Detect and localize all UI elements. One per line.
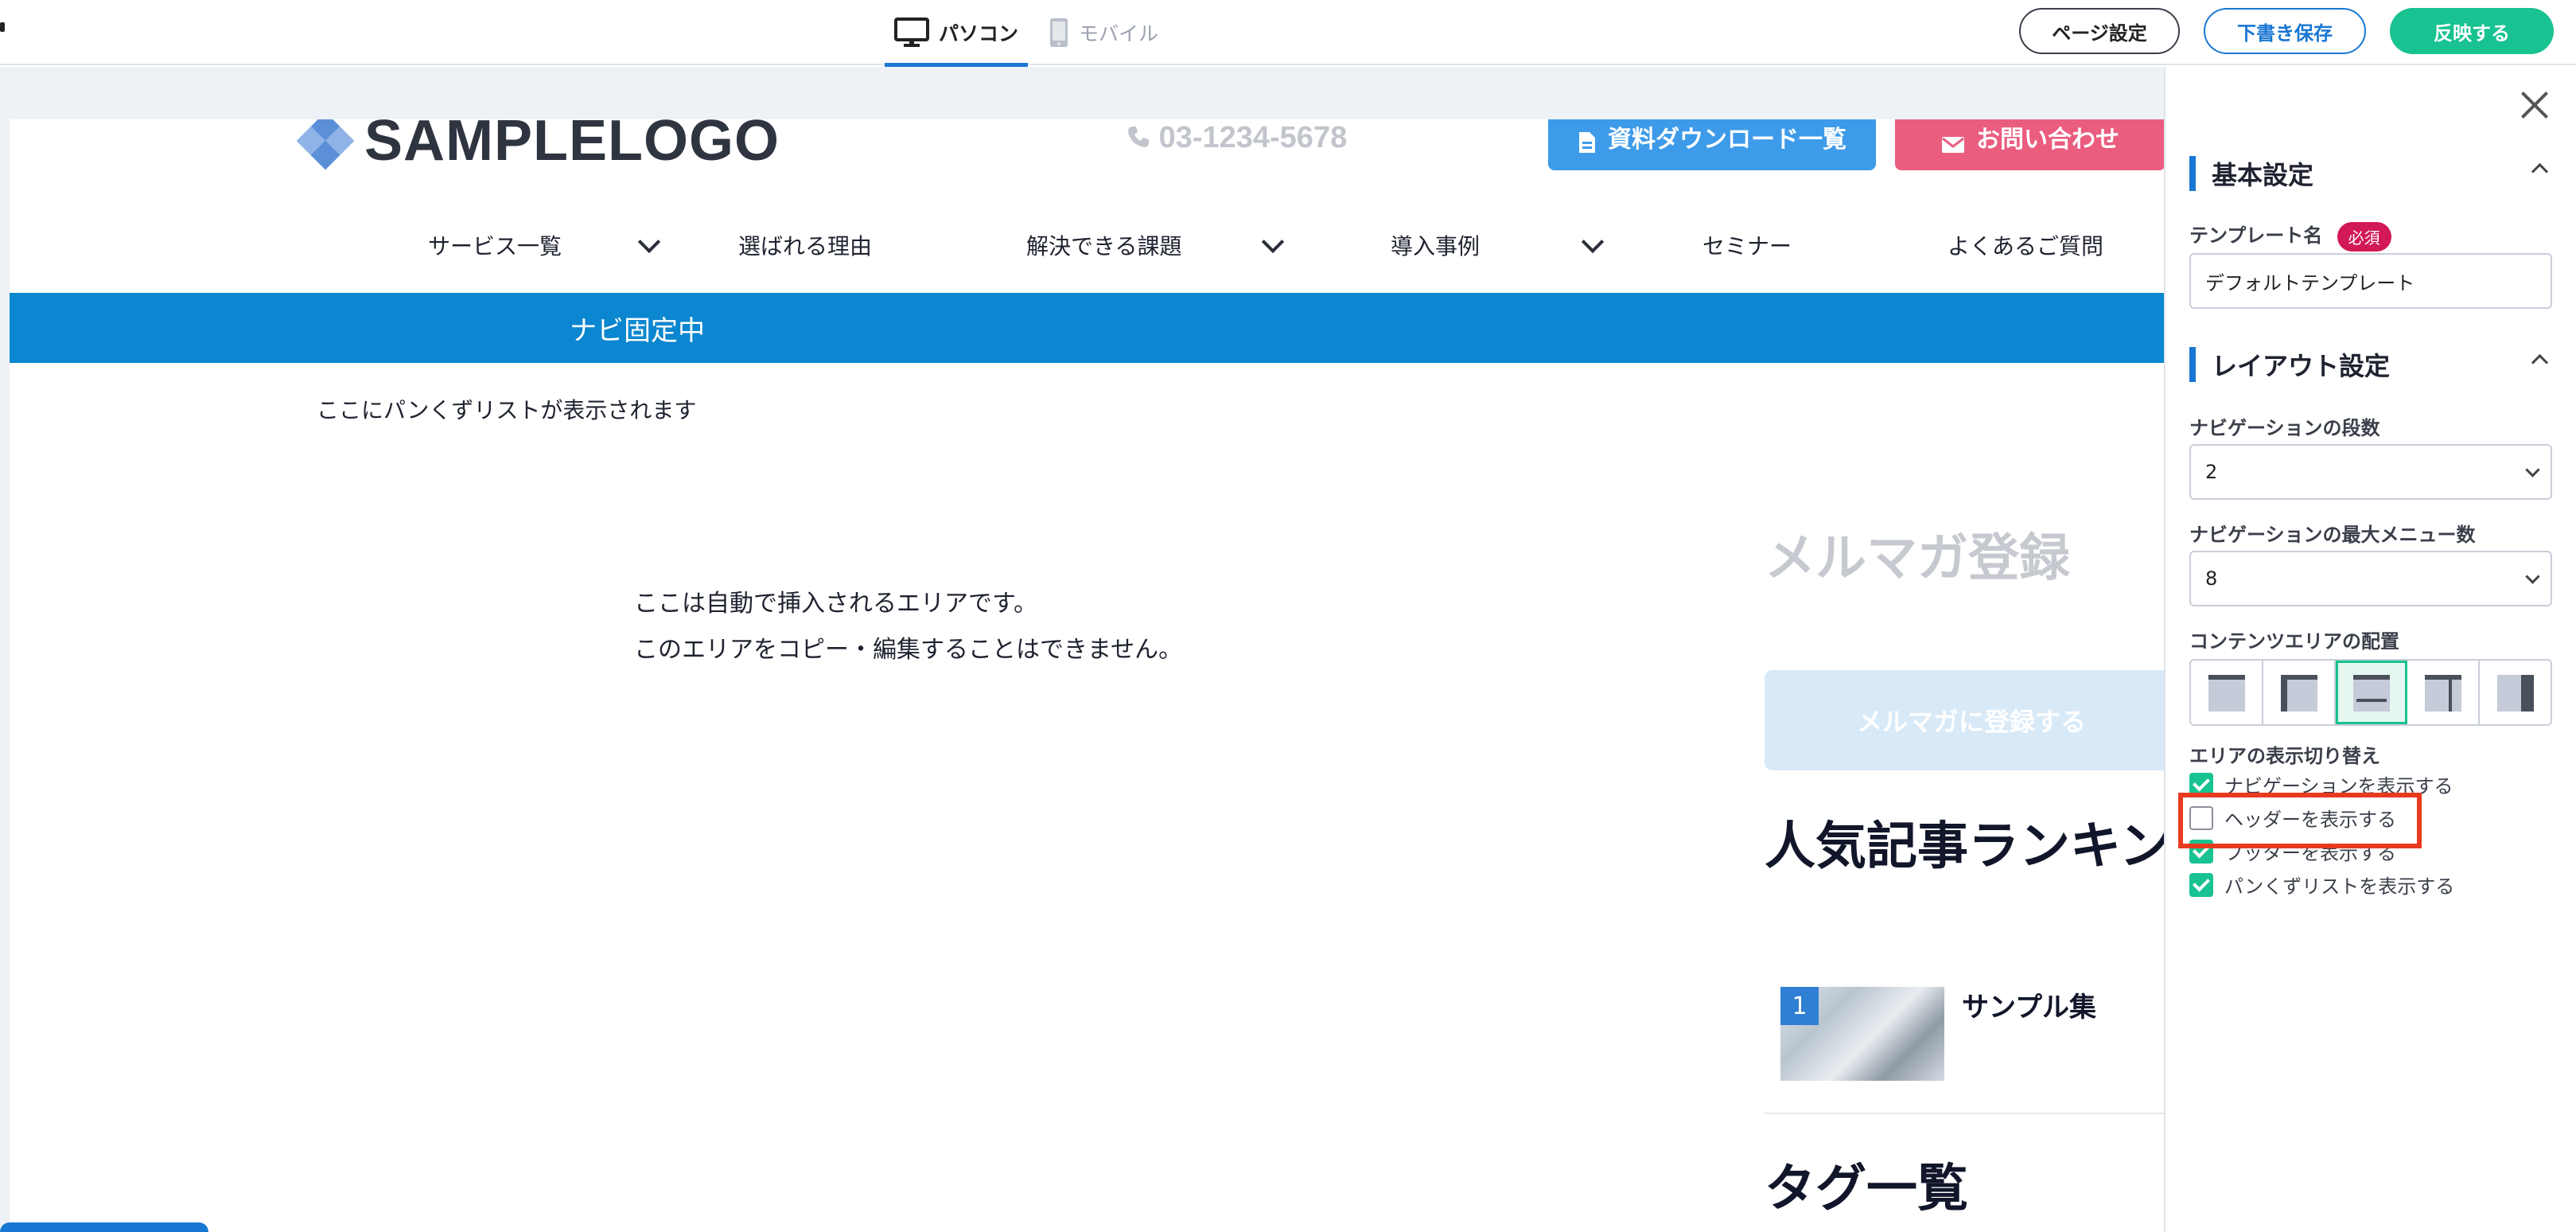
tab-mobile-label: モバイル: [1079, 22, 1159, 45]
global-nav: サービス一覧 選ばれる理由 解決できる課題 導入事例 セミナー よくあるご質問: [10, 218, 2164, 274]
nav-item-label: よくあるご質問: [1948, 233, 2104, 259]
nav-rows-value: 2: [2205, 461, 2218, 483]
auto-area-line: このエリアをコピー・編集することはできません。: [634, 636, 1183, 664]
area-toggle-label: エリアの表示切り替え: [2189, 745, 2380, 767]
content-layout-label: コンテンツエリアの配置: [2189, 630, 2399, 653]
header-phone: 03-1234-5678: [1127, 121, 1347, 155]
document-icon: [1579, 132, 1595, 153]
basic-settings-header[interactable]: 基本設定: [2189, 156, 2555, 191]
nav-item-seminar[interactable]: セミナー: [1702, 229, 1792, 261]
content-layout-options: [2189, 659, 2552, 726]
contact-button[interactable]: お問い合わせ: [1895, 119, 2164, 170]
nav-max-select[interactable]: 8: [2189, 551, 2552, 606]
fixed-nav-bar: ナビ固定中: [10, 293, 2164, 363]
nav-rows-label: ナビゲーションの段数: [2189, 417, 2380, 439]
contact-label: お問い合わせ: [1976, 126, 2119, 154]
template-name-input[interactable]: デフォルトテンプレート: [2189, 253, 2552, 309]
layout-center-icon: [2352, 675, 2390, 712]
close-icon[interactable]: [2519, 89, 2551, 121]
nav-item-cases[interactable]: 導入事例: [1391, 229, 1480, 261]
chevron-down-icon[interactable]: [1261, 230, 1285, 254]
logo-mark-icon: [296, 119, 355, 170]
newsletter-title: メルマガ登録: [1765, 529, 2070, 588]
nav-rows-select[interactable]: 2: [2189, 444, 2552, 500]
breadcrumb-checkbox[interactable]: [2189, 872, 2213, 897]
monitor-icon: [893, 18, 929, 47]
fixed-nav-label: ナビ固定中: [570, 314, 705, 347]
chevron-up-icon: [2531, 353, 2549, 372]
layout-option-left-sidebar[interactable]: [2263, 661, 2336, 724]
ranking-thumbnail[interactable]: 1: [1780, 987, 1944, 1081]
tab-mobile[interactable]: モバイル: [1049, 0, 1158, 65]
publish-button[interactable]: 反映する: [2390, 8, 2554, 54]
nav-item-reasons[interactable]: 選ばれる理由: [738, 229, 872, 261]
ranking-title: 人気記事ランキング: [1765, 817, 2164, 876]
tab-pc[interactable]: パソコン: [885, 0, 1028, 67]
layout-left-sidebar-icon: [2280, 675, 2317, 712]
page-settings-button[interactable]: ページ設定: [2019, 8, 2180, 54]
layout-two-column-icon: [2425, 675, 2462, 712]
chevron-down-icon[interactable]: [1581, 230, 1605, 254]
layout-option-right-sidebar[interactable]: [2480, 661, 2551, 724]
editor-toolbar: パソコン モバイル ページ設定 下書き保存 反映する: [0, 0, 2576, 67]
layout-full-icon: [2208, 675, 2245, 712]
page-preview[interactable]: SAMPLELOGO 03-1234-5678 資料ダウンロード一覧 お問い合わ…: [10, 119, 2164, 1232]
window-edge-mark: [0, 22, 5, 32]
download-list-button[interactable]: 資料ダウンロード一覧: [1548, 119, 1876, 170]
settings-panel: 基本設定 テンプレート名 必須 デフォルトテンプレート レイアウト設定 ナビゲー…: [2164, 67, 2576, 1232]
envelope-icon: [1942, 137, 1964, 153]
header-phone-number: 03-1234-5678: [1158, 121, 1348, 154]
nav-max-value: 8: [2205, 567, 2218, 590]
ranking-divider: [1765, 1113, 2164, 1114]
newsletter-subscribe-button[interactable]: メルマガに登録する: [1765, 670, 2164, 770]
download-list-label: 資料ダウンロード一覧: [1608, 126, 1846, 154]
template-name-label-text: テンプレート名: [2189, 224, 2323, 247]
auto-inserted-area: ここは自動で挿入されるエリアです。 このエリアをコピー・編集することはできません…: [634, 581, 1183, 673]
ranking-item-title[interactable]: サンプル集: [1962, 985, 2096, 1024]
layout-settings-title: レイアウト設定: [2212, 351, 2391, 381]
header-toggle-highlight: [2178, 793, 2422, 848]
tab-pc-label: パソコン: [938, 22, 1018, 45]
nav-item-label: 解決できる課題: [1026, 233, 1182, 259]
logo-text: SAMPLELOGO: [364, 119, 780, 173]
layout-option-center[interactable]: [2335, 661, 2408, 724]
breadcrumb: ここにパンくずリストが表示されます: [317, 397, 697, 423]
toggle-breadcrumb-label: パンくずリストを表示する: [2224, 875, 2455, 898]
layout-option-full[interactable]: [2191, 661, 2263, 724]
basic-settings-title: 基本設定: [2212, 160, 2314, 190]
phone-icon: [1128, 127, 1149, 147]
nav-item-services[interactable]: サービス一覧: [428, 229, 562, 261]
site-logo: SAMPLELOGO: [296, 119, 780, 173]
draft-save-button[interactable]: 下書き保存: [2204, 8, 2366, 54]
chevron-down-icon: [2525, 462, 2540, 478]
layout-option-two-column[interactable]: [2407, 661, 2481, 724]
nav-item-label: 導入事例: [1391, 233, 1481, 259]
template-name-label: テンプレート名 必須: [2189, 220, 2391, 251]
smartphone-icon: [1050, 18, 1068, 47]
nav-item-faq[interactable]: よくあるご質問: [1948, 229, 2103, 261]
toggle-breadcrumb[interactable]: パンくずリストを表示する: [2189, 871, 2454, 899]
layout-settings-header[interactable]: レイアウト設定: [2189, 347, 2555, 382]
required-badge: 必須: [2337, 221, 2391, 251]
nav-item-issues[interactable]: 解決できる課題: [1026, 229, 1181, 261]
nav-item-label: サービス一覧: [428, 233, 562, 259]
rank-number: 1: [1780, 987, 1819, 1025]
chevron-up-icon: [2531, 162, 2549, 181]
chevron-down-icon[interactable]: [637, 230, 661, 254]
chevron-down-icon: [2525, 569, 2540, 584]
auto-area-line: ここは自動で挿入されるエリアです。: [634, 590, 1037, 618]
nav-item-label: セミナー: [1702, 233, 1792, 259]
layout-right-sidebar-icon: [2497, 675, 2535, 712]
nav-item-label: 選ばれる理由: [738, 233, 873, 259]
nav-max-label: ナビゲーションの最大メニュー数: [2189, 524, 2476, 546]
tags-title: タグ一覧: [1765, 1160, 1968, 1218]
bottom-edge-bar: [0, 1222, 208, 1232]
